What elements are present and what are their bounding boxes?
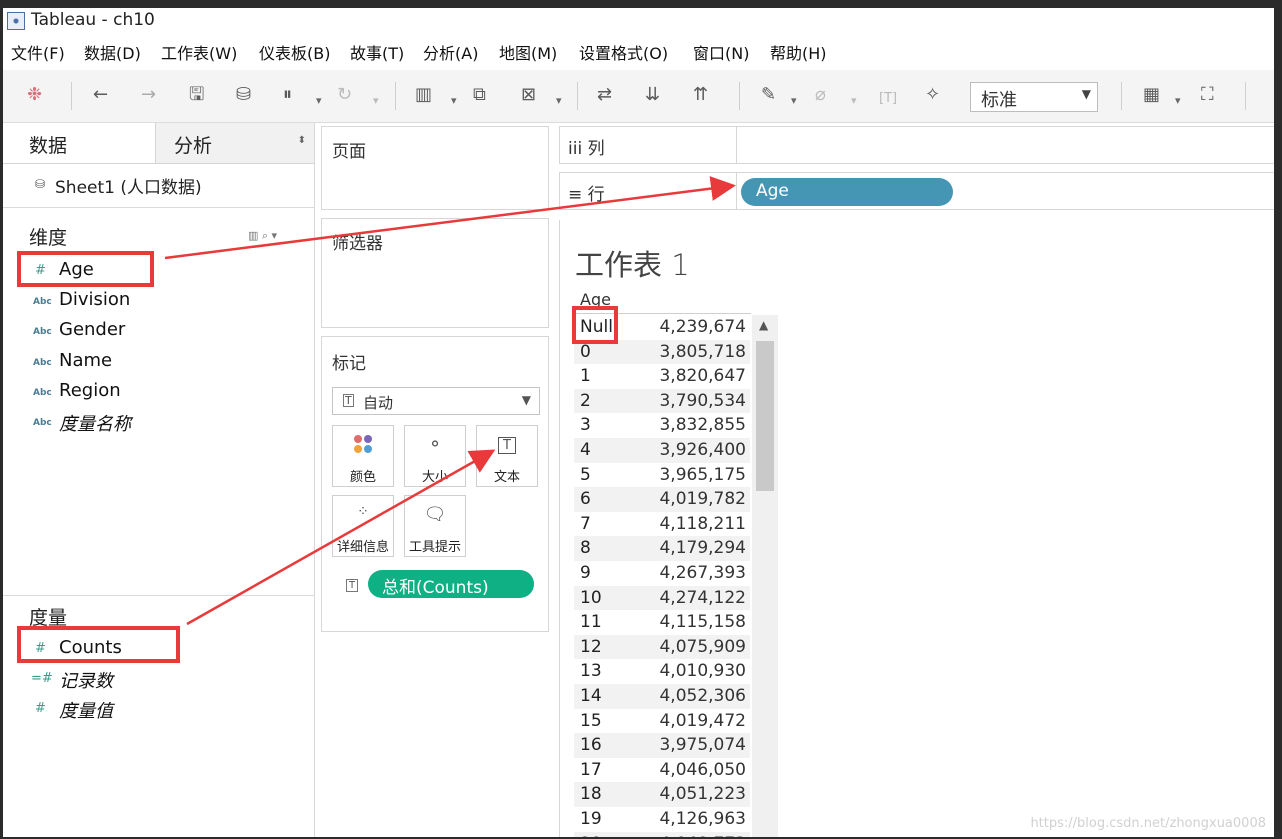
tableau-window: Tableau - ch10 文件(F) 数据(D) 工作表(W) 仪表板(B)… <box>3 8 1274 837</box>
arrow-counts-to-text <box>186 449 496 626</box>
arrow-age-to-rows <box>164 176 736 260</box>
annotation-arrows <box>164 176 736 626</box>
